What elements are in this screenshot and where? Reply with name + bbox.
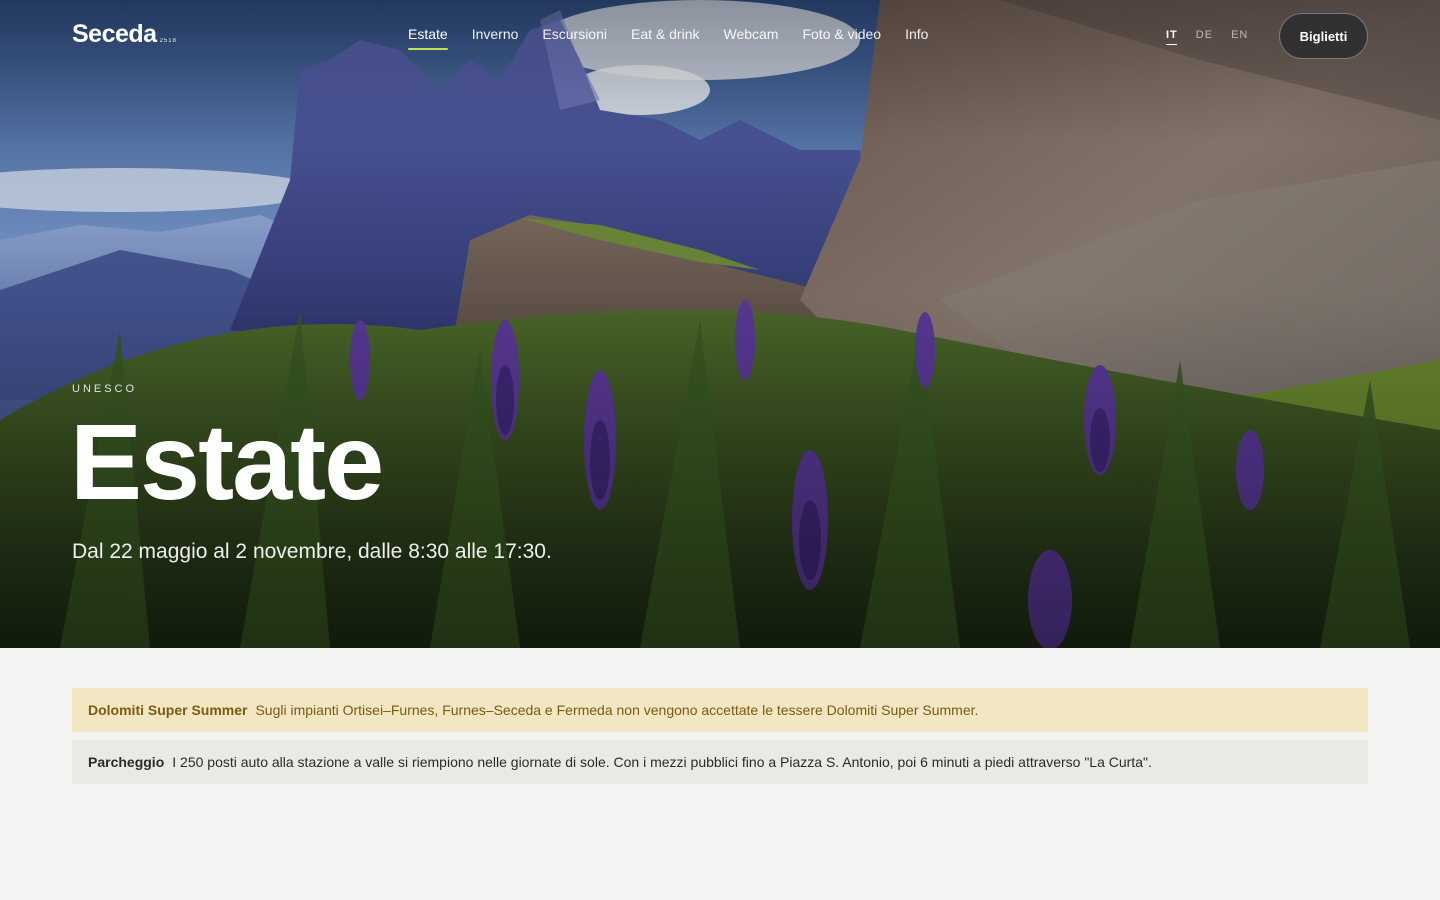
brand-logo[interactable]: Seceda 2518 [72,20,177,49]
language-switcher: IT DE EN [1166,29,1248,45]
nav-item-foto-video[interactable]: Foto & video [802,26,881,50]
hero-section: Seceda 2518 Estate Inverno Escursioni Ea… [0,0,1440,648]
nav-item-estate[interactable]: Estate [408,26,448,50]
lang-it[interactable]: IT [1166,29,1178,45]
nav-item-webcam[interactable]: Webcam [723,26,778,50]
nav-item-eat-drink[interactable]: Eat & drink [631,26,699,50]
tickets-button[interactable]: Biglietti [1279,13,1368,59]
notice-dolomiti-super-summer: Dolomiti Super Summer Sugli impianti Ort… [72,688,1368,732]
lang-de[interactable]: DE [1196,29,1213,45]
notice-text: Sugli impianti Ortisei–Furnes, Furnes–Se… [255,702,979,718]
notice-text: I 250 posti auto alla stazione a valle s… [172,754,1152,770]
page-title: Estate [70,401,384,522]
lang-en[interactable]: EN [1231,29,1248,45]
notice-title: Parcheggio [88,754,165,770]
main-nav: Estate Inverno Escursioni Eat & drink We… [408,26,928,50]
brand-altitude: 2518 [159,38,177,44]
nav-item-inverno[interactable]: Inverno [472,26,519,50]
notice-parcheggio: Parcheggio I 250 posti auto alla stazion… [72,740,1368,784]
notice-title: Dolomiti Super Summer [88,702,248,718]
nav-item-escursioni[interactable]: Escursioni [542,26,607,50]
hero-eyebrow: UNESCO [72,383,138,395]
brand-name: Seceda [72,20,157,48]
hero-subtitle: Dal 22 maggio al 2 novembre, dalle 8:30 … [72,540,552,563]
nav-item-info[interactable]: Info [905,26,928,50]
top-navigation-bar: Seceda 2518 Estate Inverno Escursioni Ea… [0,0,1440,72]
